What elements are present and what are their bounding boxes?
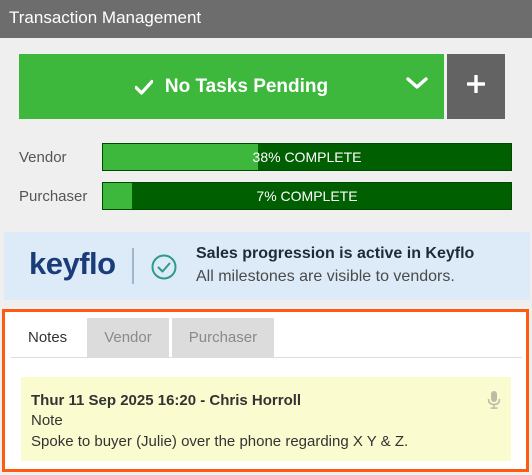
tabs-divider bbox=[11, 357, 522, 358]
microphone-icon[interactable] bbox=[487, 391, 501, 414]
notes-tabs: Notes Vendor Purchaser bbox=[11, 318, 277, 358]
plus-icon bbox=[466, 74, 486, 98]
window-title: Transaction Management bbox=[0, 0, 532, 38]
note-header: Thur 11 Sep 2025 16:20 - Chris Horroll bbox=[31, 392, 302, 409]
note-body: Spoke to buyer (Julie) over the phone re… bbox=[31, 433, 409, 450]
purchaser-progress-text: 7% COMPLETE bbox=[256, 188, 358, 204]
banner-subtitle: All milestones are visible to vendors. bbox=[196, 268, 455, 285]
tab-purchaser[interactable]: Purchaser bbox=[171, 318, 275, 358]
keyflo-logo: keyflo bbox=[29, 246, 116, 281]
purchaser-progress-label: Purchaser bbox=[19, 188, 88, 205]
note-card[interactable]: Thur 11 Sep 2025 16:20 - Chris Horroll N… bbox=[21, 377, 511, 461]
tasks-dropdown-button[interactable]: No Tasks Pending bbox=[19, 54, 444, 119]
tab-notes[interactable]: Notes bbox=[11, 318, 85, 358]
vendor-progress-bar: 38% COMPLETE bbox=[102, 143, 512, 171]
notes-panel: Notes Vendor Purchaser Thur 11 Sep 2025 … bbox=[2, 309, 529, 472]
check-icon bbox=[134, 79, 153, 95]
vendor-progress-text: 38% COMPLETE bbox=[252, 149, 362, 165]
chevron-down-icon[interactable] bbox=[406, 76, 428, 90]
tasks-label: No Tasks Pending bbox=[164, 75, 329, 97]
banner-title: Sales progression is active in Keyflo bbox=[196, 245, 475, 262]
note-type: Note bbox=[31, 412, 63, 429]
vendor-progress-label: Vendor bbox=[19, 149, 67, 166]
purchaser-progress-bar: 7% COMPLETE bbox=[102, 182, 512, 210]
add-task-button[interactable] bbox=[447, 54, 505, 119]
banner-divider bbox=[132, 248, 134, 284]
check-circle-icon bbox=[151, 254, 177, 285]
tab-vendor[interactable]: Vendor bbox=[87, 318, 169, 358]
keyflo-banner: keyflo Sales progression is active in Ke… bbox=[4, 232, 530, 300]
